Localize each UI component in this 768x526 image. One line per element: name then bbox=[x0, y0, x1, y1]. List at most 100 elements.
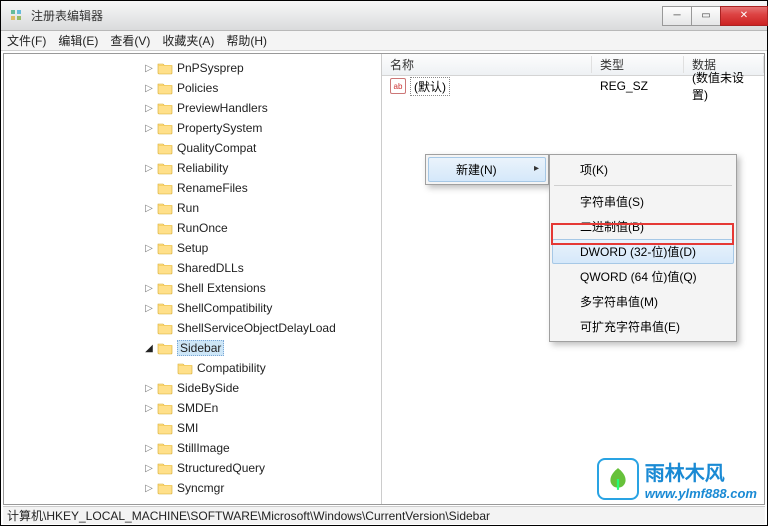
folder-icon bbox=[157, 161, 173, 175]
tree-label: Policies bbox=[177, 81, 218, 95]
minimize-button[interactable]: ─ bbox=[662, 6, 692, 26]
ctx-item[interactable]: 字符串值(S) bbox=[552, 189, 734, 214]
ctx-item[interactable]: 可扩充字符串值(E) bbox=[552, 314, 734, 339]
chevron-right-icon[interactable]: ▷ bbox=[143, 402, 155, 414]
tree-item[interactable]: ▷ShellCompatibility bbox=[4, 298, 381, 318]
chevron-right-icon[interactable]: ▷ bbox=[143, 82, 155, 94]
list-pane[interactable]: 名称 类型 数据 ab(默认)REG_SZ(数值未设置) 新建(N) ▸ 项(K… bbox=[382, 54, 764, 504]
tree-label: StructuredQuery bbox=[177, 461, 265, 475]
tree-label: QualityCompat bbox=[177, 141, 256, 155]
folder-icon bbox=[157, 101, 173, 115]
ctx-item[interactable]: 多字符串值(M) bbox=[552, 289, 734, 314]
tree-label: PnPSysprep bbox=[177, 61, 244, 75]
menu-separator bbox=[554, 185, 732, 186]
ctx-item[interactable]: DWORD (32-位)值(D) bbox=[552, 239, 734, 264]
ctx-new-label: 新建(N) bbox=[456, 163, 497, 177]
folder-icon bbox=[177, 361, 193, 375]
folder-icon bbox=[157, 61, 173, 75]
tree-item[interactable]: ▷ PreviewHandlers bbox=[4, 98, 381, 118]
submenu-arrow-icon: ▸ bbox=[534, 163, 539, 174]
chevron-right-icon[interactable]: ▷ bbox=[143, 442, 155, 454]
registry-tree: ▷ PnPSysprep ▷ Policies ▷ PreviewHandlers ▷Pro… bbox=[4, 58, 381, 498]
ctx-item[interactable]: QWORD (64 位)值(Q) bbox=[552, 264, 734, 289]
tree-item[interactable]: RunOnce bbox=[4, 218, 381, 238]
tree-label: Setup bbox=[177, 241, 208, 255]
tree-item[interactable]: ▷ SideBySide bbox=[4, 378, 381, 398]
tree-item[interactable]: ▷PropertySystem bbox=[4, 118, 381, 138]
list-body: ab(默认)REG_SZ(数值未设置) bbox=[382, 76, 764, 96]
client-area: ▷ PnPSysprep ▷ Policies ▷ PreviewHandlers ▷Pro… bbox=[3, 53, 765, 505]
tree-item[interactable]: ▷ Syncmgr bbox=[4, 478, 381, 498]
chevron-right-icon[interactable]: ▷ bbox=[143, 282, 155, 294]
tree-item[interactable]: ▷ PnPSysprep bbox=[4, 58, 381, 78]
chevron-right-icon[interactable]: ▷ bbox=[143, 102, 155, 114]
ctx-new[interactable]: 新建(N) ▸ bbox=[428, 157, 546, 182]
folder-icon bbox=[157, 81, 173, 95]
tree-label: SideBySide bbox=[177, 381, 239, 395]
chevron-right-icon bbox=[143, 422, 155, 434]
ctx-item[interactable]: 项(K) bbox=[552, 157, 734, 182]
menubar: 文件(F) 编辑(E) 查看(V) 收藏夹(A) 帮助(H) bbox=[1, 31, 767, 51]
tree-item[interactable]: ▷ SMDEn bbox=[4, 398, 381, 418]
tree-item[interactable]: SharedDLLs bbox=[4, 258, 381, 278]
tree-label: SharedDLLs bbox=[177, 261, 244, 275]
tree-item[interactable]: ◢ Sidebar bbox=[4, 338, 381, 358]
tree-item[interactable]: ▷ Shell Extensions bbox=[4, 278, 381, 298]
chevron-right-icon[interactable]: ▷ bbox=[143, 122, 155, 134]
value-name: (默认) bbox=[410, 77, 450, 96]
tree-item[interactable]: ShellServiceObjectDelayLoad bbox=[4, 318, 381, 338]
chevron-right-icon[interactable]: ▷ bbox=[143, 382, 155, 394]
tree-item[interactable]: QualityCompat bbox=[4, 138, 381, 158]
folder-icon bbox=[157, 301, 173, 315]
tree-item[interactable]: SMI bbox=[4, 418, 381, 438]
window-buttons: ─ ▭ ✕ bbox=[662, 6, 767, 26]
tree-label: RunOnce bbox=[177, 221, 228, 235]
menu-help[interactable]: 帮助(H) bbox=[226, 32, 267, 49]
tree-label: PreviewHandlers bbox=[177, 101, 268, 115]
context-submenu[interactable]: 项(K) 字符串值(S)二进制值(B)DWORD (32-位)值(D)QWORD … bbox=[549, 154, 737, 342]
tree-item[interactable]: ▷ StructuredQuery bbox=[4, 458, 381, 478]
tree-pane[interactable]: ▷ PnPSysprep ▷ Policies ▷ PreviewHandlers ▷Pro… bbox=[4, 54, 382, 504]
chevron-right-icon bbox=[143, 322, 155, 334]
tree-item[interactable]: Compatibility bbox=[4, 358, 381, 378]
folder-icon bbox=[157, 121, 173, 135]
chevron-right-icon bbox=[163, 362, 175, 374]
chevron-right-icon[interactable]: ▷ bbox=[143, 202, 155, 214]
tree-item[interactable]: ▷ Setup bbox=[4, 238, 381, 258]
tree-label: Syncmgr bbox=[177, 481, 224, 495]
context-menu[interactable]: 新建(N) ▸ bbox=[425, 154, 549, 185]
statusbar-path: 计算机\HKEY_LOCAL_MACHINE\SOFTWARE\Microsof… bbox=[7, 507, 490, 524]
chevron-right-icon[interactable]: ▷ bbox=[143, 302, 155, 314]
tree-label: Shell Extensions bbox=[177, 281, 266, 295]
tree-item[interactable]: ▷StillImage bbox=[4, 438, 381, 458]
ctx-item[interactable]: 二进制值(B) bbox=[552, 214, 734, 239]
chevron-right-icon[interactable]: ▷ bbox=[143, 62, 155, 74]
folder-icon bbox=[157, 321, 173, 335]
chevron-right-icon[interactable]: ▷ bbox=[143, 462, 155, 474]
folder-icon bbox=[157, 341, 173, 355]
tree-item[interactable]: ▷Reliability bbox=[4, 158, 381, 178]
col-name[interactable]: 名称 bbox=[382, 56, 592, 73]
close-button[interactable]: ✕ bbox=[720, 6, 768, 26]
tree-item[interactable]: RenameFiles bbox=[4, 178, 381, 198]
menu-view[interactable]: 查看(V) bbox=[110, 32, 150, 49]
col-type[interactable]: 类型 bbox=[592, 56, 684, 73]
maximize-button[interactable]: ▭ bbox=[691, 6, 721, 26]
chevron-right-icon[interactable]: ▷ bbox=[143, 482, 155, 494]
chevron-right-icon[interactable]: ▷ bbox=[143, 162, 155, 174]
tree-label: Sidebar bbox=[177, 340, 224, 356]
menu-file[interactable]: 文件(F) bbox=[7, 32, 46, 49]
chevron-right-icon bbox=[143, 222, 155, 234]
tree-label: RenameFiles bbox=[177, 181, 248, 195]
chevron-right-icon bbox=[143, 182, 155, 194]
list-row[interactable]: ab(默认)REG_SZ(数值未设置) bbox=[382, 76, 764, 96]
menu-favorites[interactable]: 收藏夹(A) bbox=[162, 32, 214, 49]
folder-icon bbox=[157, 421, 173, 435]
tree-item[interactable]: ▷ Policies bbox=[4, 78, 381, 98]
tree-item[interactable]: ▷Run bbox=[4, 198, 381, 218]
chevron-down-icon[interactable]: ◢ bbox=[143, 342, 155, 354]
chevron-right-icon[interactable]: ▷ bbox=[143, 242, 155, 254]
tree-label: SMDEn bbox=[177, 401, 218, 415]
menu-edit[interactable]: 编辑(E) bbox=[58, 32, 98, 49]
folder-icon bbox=[157, 441, 173, 455]
